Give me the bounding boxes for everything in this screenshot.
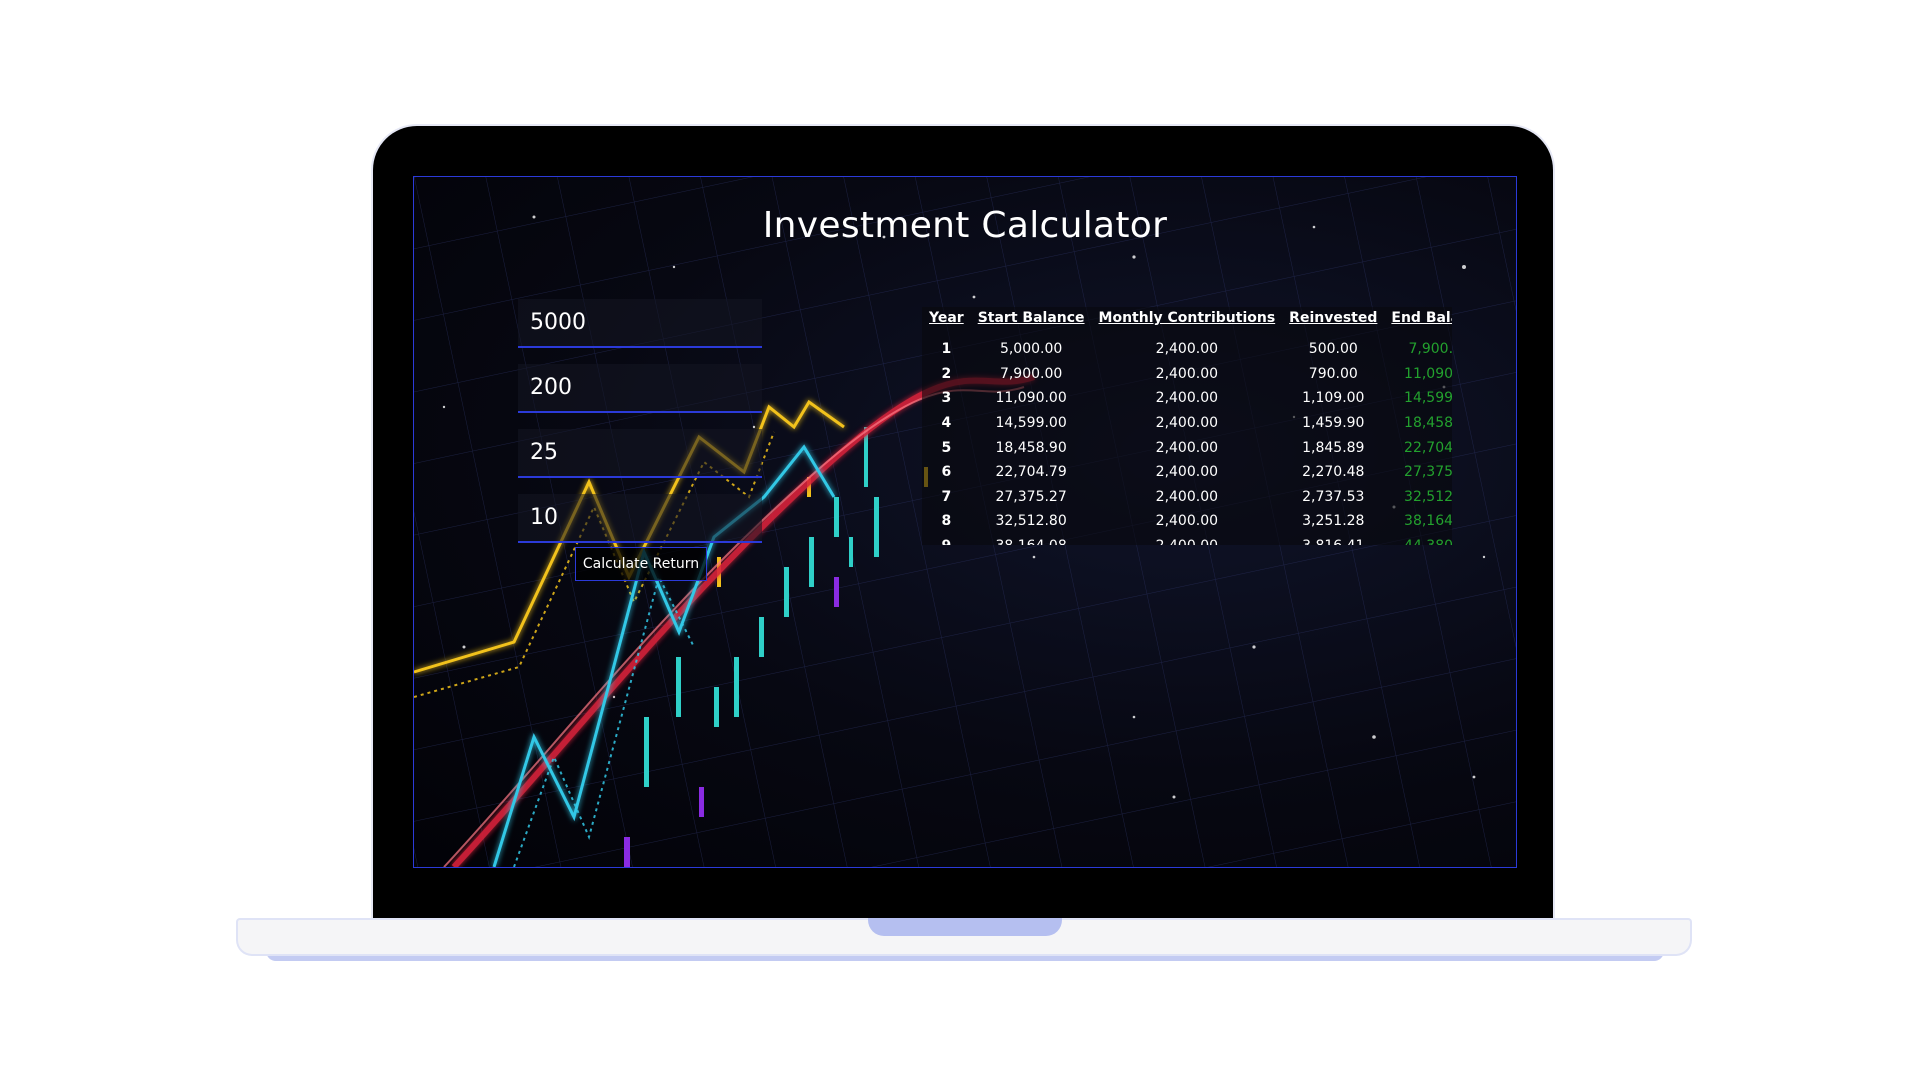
- table-row: 8 32,512.80 2,400.00 3,251.28 38,164.08: [922, 509, 1452, 534]
- table-row: 5 18,458.90 2,400.00 1,845.89 22,704.79: [922, 435, 1452, 460]
- reinvested-cell: 500.00: [1308, 341, 1358, 358]
- table-row: 4 14,599.00 2,400.00 1,459.90 18,458.90: [922, 411, 1452, 436]
- results-table: Year Start Balance Monthly Contributions…: [922, 307, 1452, 545]
- years-field-wrap: [518, 429, 762, 478]
- return-rate-field-wrap: [518, 494, 762, 543]
- reinvested-cell: 1,459.90: [1302, 415, 1365, 432]
- monthly-contributions-cell: 2,400.00: [1155, 464, 1219, 481]
- page-title: Investment Calculator: [762, 205, 1168, 246]
- initial-investment-input[interactable]: [518, 299, 762, 346]
- start-balance-cell: 27,375.27: [995, 488, 1067, 505]
- start-balance-cell: 18,458.90: [995, 439, 1067, 456]
- monthly-contribution-input[interactable]: [518, 364, 762, 411]
- reinvested-cell: 3,251.28: [1302, 513, 1365, 530]
- year-cell: 6: [941, 464, 952, 481]
- monthly-contributions-cell: 2,400.00: [1092, 534, 1283, 545]
- monthly-contributions-cell: 2,400.00: [1155, 415, 1219, 432]
- table-body: 1 5,000.00 2,400.00 500.00 7,900.00 2 7,900.00…: [922, 337, 1452, 545]
- monthly-contributions-cell: 2,400.00: [1155, 341, 1219, 358]
- end-balance-cell: 22,704.79: [1404, 439, 1452, 456]
- input-form: [518, 299, 762, 559]
- column-header-year: Year: [929, 310, 964, 326]
- year-cell: 1: [941, 341, 952, 358]
- year-cell: 9: [922, 534, 971, 545]
- initial-investment-field-wrap: [518, 299, 762, 348]
- reinvested-cell: 3,816.41: [1282, 534, 1384, 545]
- table-row: 6 22,704.79 2,400.00 2,270.48 27,375.27: [922, 460, 1452, 485]
- table-row: 938,164.082,400.003,816.4144,380.48: [922, 534, 1452, 545]
- monthly-contributions-cell: 2,400.00: [1155, 365, 1219, 382]
- end-balance-cell: 27,375.27: [1404, 464, 1452, 481]
- column-header-monthly-contributions: Monthly Contributions: [1098, 310, 1276, 326]
- column-header-reinvested: Reinvested: [1289, 310, 1378, 326]
- table-row: 3 11,090.00 2,400.00 1,109.00 14,599.00: [922, 386, 1452, 411]
- start-balance-cell: 11,090.00: [995, 390, 1067, 407]
- years-input[interactable]: [518, 429, 762, 476]
- year-cell: 3: [941, 390, 952, 407]
- end-balance-cell: 11,090.00: [1404, 365, 1452, 382]
- return-rate-input[interactable]: [518, 494, 762, 541]
- end-balance-cell: 14,599.00: [1404, 390, 1452, 407]
- laptop-notch: [868, 918, 1062, 936]
- reinvested-cell: 1,109.00: [1302, 390, 1365, 407]
- year-cell: 4: [941, 415, 952, 432]
- mockup-stage: Investment Calculator Calculate Return Y…: [0, 0, 1920, 1080]
- start-balance-cell: 5,000.00: [999, 341, 1063, 358]
- column-header-start-balance: Start Balance: [977, 310, 1085, 326]
- start-balance-cell: 38,164.08: [971, 534, 1092, 545]
- year-cell: 7: [941, 488, 952, 505]
- end-balance-cell: 38,164.08: [1404, 513, 1452, 530]
- monthly-contributions-cell: 2,400.00: [1155, 439, 1219, 456]
- table-row: 2 7,900.00 2,400.00 790.00 11,090.00: [922, 362, 1452, 387]
- app-screen: Investment Calculator Calculate Return Y…: [413, 176, 1517, 868]
- year-cell: 5: [941, 439, 952, 456]
- reinvested-cell: 2,737.53: [1302, 488, 1365, 505]
- monthly-contributions-cell: 2,400.00: [1155, 513, 1219, 530]
- monthly-contributions-cell: 2,400.00: [1155, 390, 1219, 407]
- start-balance-cell: 14,599.00: [995, 415, 1067, 432]
- monthly-contributions-cell: 2,400.00: [1155, 488, 1219, 505]
- start-balance-cell: 32,512.80: [995, 513, 1067, 530]
- end-balance-cell: 44,380.48: [1384, 534, 1452, 545]
- start-balance-cell: 7,900.00: [999, 365, 1063, 382]
- year-cell: 8: [941, 513, 952, 530]
- monthly-contribution-field-wrap: [518, 364, 762, 413]
- end-balance-cell: 18,458.90: [1404, 415, 1452, 432]
- table-row: 1 5,000.00 2,400.00 500.00 7,900.00: [922, 337, 1452, 362]
- end-balance-cell: 7,900.00: [1408, 341, 1453, 358]
- reinvested-cell: 1,845.89: [1302, 439, 1365, 456]
- reinvested-cell: 2,270.48: [1302, 464, 1365, 481]
- end-balance-cell: 32,512.80: [1404, 488, 1452, 505]
- start-balance-cell: 22,704.79: [995, 464, 1067, 481]
- results-table-container[interactable]: Year Start Balance Monthly Contributions…: [922, 307, 1452, 545]
- reinvested-cell: 790.00: [1308, 365, 1358, 382]
- table-row: 7 27,375.27 2,400.00 2,737.53 32,512.80: [922, 485, 1452, 510]
- column-header-end-balance: End Balance: [1391, 310, 1452, 326]
- calculate-return-button[interactable]: Calculate Return: [575, 547, 707, 581]
- table-header-row: Year Start Balance Monthly Contributions…: [922, 307, 1452, 337]
- year-cell: 2: [941, 365, 952, 382]
